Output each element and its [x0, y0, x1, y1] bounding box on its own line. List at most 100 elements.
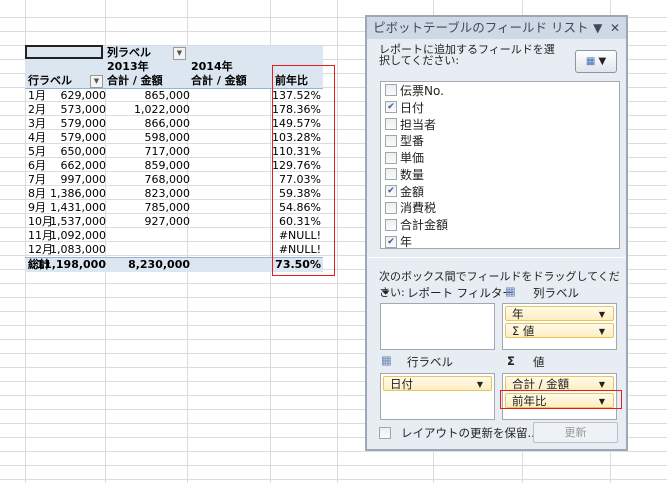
value-chip-sum-amount[interactable]: 合計 / 金額 ▼	[505, 376, 614, 391]
defer-update-label: レイアウトの更新を保留...	[401, 426, 539, 440]
value-2014: 1,022,000	[134, 103, 190, 116]
field-item[interactable]: ✔ 年	[381, 233, 619, 250]
field-list[interactable]: 伝票No. ✔ 日付 担当者 型番 単価 数量 ✔ 金額 消費税 合計金額 ✔ 年	[380, 81, 620, 249]
field-checkbox[interactable]	[385, 84, 397, 97]
field-label: 単価	[400, 151, 425, 166]
row-labels-label: 行ラベル	[407, 355, 453, 369]
row-chip-date[interactable]: 日付 ▼	[383, 376, 492, 391]
field-item[interactable]: 数量	[381, 166, 619, 183]
field-label: 担当者	[400, 117, 437, 132]
pivot-field-list-panel: ピボットテーブルのフィールド リスト ▼ ✕ レポートに追加するフィールドを選択…	[365, 15, 628, 451]
values-label: 値	[533, 355, 545, 369]
field-item[interactable]: 合計金額	[381, 216, 619, 233]
value-2013: 650,000	[60, 145, 107, 158]
month-label: 6月	[28, 159, 46, 172]
column-labels-label: 列ラベル	[533, 286, 579, 300]
column-chip-year[interactable]: 年 ▼	[505, 306, 614, 321]
value-2014: 865,000	[144, 89, 191, 102]
row-labels-icon: ▦	[381, 353, 392, 367]
value-2013: 579,000	[60, 117, 107, 130]
field-item[interactable]: 型番	[381, 132, 619, 149]
field-item[interactable]: ✔ 金額	[381, 183, 619, 200]
value-2014: 866,000	[144, 117, 191, 130]
value-2013: 629,000	[60, 89, 107, 102]
field-instruction: レポートに追加するフィールドを選択してください:	[379, 43, 555, 67]
value-2013: 1,537,000	[50, 215, 106, 228]
field-checkbox[interactable]	[385, 218, 397, 231]
value-2013: 579,000	[60, 131, 107, 144]
panel-menu-icon[interactable]: ▼	[593, 21, 602, 35]
field-label: 数量	[400, 167, 425, 182]
row-labels-header: 行ラベル	[28, 74, 72, 87]
panel-title-bar: ピボットテーブルのフィールド リスト ▼ ✕	[367, 17, 626, 39]
measure-header: 合計 / 金額	[191, 74, 247, 87]
value-2014: 717,000	[144, 145, 191, 158]
field-checkbox[interactable]: ✔	[385, 101, 397, 114]
filter-icon: ⏷	[381, 285, 391, 299]
month-label: 1月	[28, 89, 46, 102]
close-icon[interactable]: ✕	[610, 21, 620, 35]
field-item[interactable]: ✔ 日付	[381, 99, 619, 116]
update-button[interactable]: 更新	[533, 422, 618, 443]
column-filter-dropdown-icon[interactable]: ▼	[173, 47, 186, 60]
value-2013: 1,386,000	[50, 187, 106, 200]
value-2014: 927,000	[144, 215, 191, 228]
field-item[interactable]: 消費税	[381, 200, 619, 217]
value-2014: 823,000	[144, 187, 191, 200]
field-checkbox[interactable]	[385, 151, 397, 164]
year-header: 2013年	[107, 60, 149, 73]
value-2013: 573,000	[60, 103, 107, 116]
sigma-icon: Σ	[507, 354, 515, 368]
field-checkbox[interactable]	[385, 201, 397, 214]
field-label: 年	[400, 235, 413, 250]
field-layout-icon: ▦	[585, 56, 596, 67]
value-2014: 768,000	[144, 173, 191, 186]
defer-update-checkbox[interactable]	[379, 427, 391, 439]
field-label: 合計金額	[400, 218, 449, 233]
field-label: 金額	[400, 184, 425, 199]
column-chip-values[interactable]: Σ 値 ▼	[505, 323, 614, 338]
month-label: 3月	[28, 117, 46, 130]
panel-title: ピボットテーブルのフィールド リスト	[373, 20, 589, 35]
value-2013: 662,000	[60, 159, 107, 172]
row-labels-zone[interactable]: 日付 ▼	[380, 373, 495, 420]
measure-header: 合計 / 金額	[107, 74, 163, 87]
value-2014: 859,000	[144, 159, 191, 172]
month-label: 7月	[28, 173, 46, 186]
row-filter-dropdown-icon[interactable]: ▼	[90, 75, 103, 88]
value-2014: 598,000	[144, 131, 191, 144]
total-2014: 8,230,000	[128, 258, 190, 271]
field-item[interactable]: 担当者	[381, 116, 619, 133]
value-2013: 997,000	[60, 173, 107, 186]
report-filter-label: レポート フィルター	[407, 286, 514, 300]
layout-options-button[interactable]: ▦ ▼	[575, 50, 617, 73]
month-label: 5月	[28, 145, 46, 158]
selected-cell[interactable]	[25, 45, 103, 59]
month-label: 8月	[28, 187, 46, 200]
year-header: 2014年	[191, 60, 233, 73]
value-2013: 1,083,000	[50, 243, 106, 256]
field-item[interactable]: 伝票No.	[381, 82, 619, 99]
field-checkbox[interactable]	[385, 168, 397, 181]
ratio-chip-highlight	[500, 390, 622, 409]
column-labels-icon: ▦	[505, 284, 516, 298]
field-checkbox[interactable]: ✔	[385, 235, 397, 248]
field-checkbox[interactable]	[385, 134, 397, 147]
value-2014: 785,000	[144, 201, 191, 214]
ratio-column-highlight	[272, 65, 335, 276]
field-label: 日付	[400, 100, 425, 115]
month-label: 2月	[28, 103, 46, 116]
value-2013: 1,092,000	[50, 229, 106, 242]
field-checkbox[interactable]	[385, 117, 397, 130]
field-checkbox[interactable]: ✔	[385, 185, 397, 198]
value-2013: 1,431,000	[50, 201, 106, 214]
total-2013: 11,198,000	[36, 258, 106, 271]
field-label: 伝票No.	[400, 83, 444, 98]
report-filter-zone[interactable]	[380, 303, 495, 350]
grid-line	[337, 0, 338, 483]
field-label: 型番	[400, 134, 425, 149]
field-label: 消費税	[400, 201, 437, 216]
column-labels-header: 列ラベル	[107, 46, 151, 59]
column-labels-zone[interactable]: 年 ▼ Σ 値 ▼	[502, 303, 617, 350]
field-item[interactable]: 単価	[381, 149, 619, 166]
